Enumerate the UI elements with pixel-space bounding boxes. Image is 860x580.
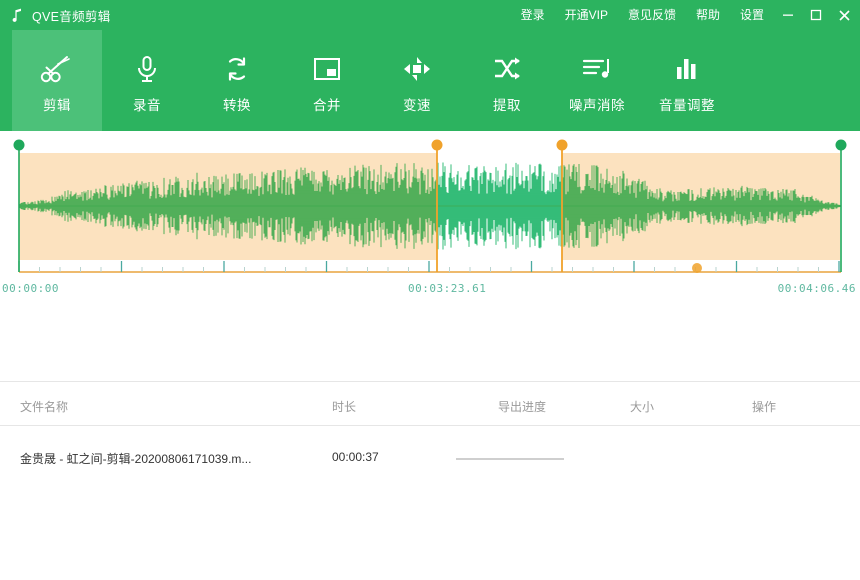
main-toolbar: 剪辑 录音 转换 xyxy=(0,30,860,131)
column-header-duration: 时长 xyxy=(332,398,356,415)
titlebar-link-help[interactable]: 帮助 xyxy=(686,0,730,30)
convert-refresh-icon xyxy=(222,48,252,90)
toolbar-label-speed: 变速 xyxy=(403,94,431,114)
toolbar-item-merge[interactable]: 合并 xyxy=(282,30,372,131)
music-note-icon xyxy=(9,7,25,23)
noise-reduce-icon xyxy=(581,48,613,90)
titlebar-link-feedback[interactable]: 意见反馈 xyxy=(618,0,686,30)
column-header-action: 操作 xyxy=(752,398,776,415)
microphone-icon xyxy=(132,48,162,90)
title-bar: QVE音频剪辑 登录 开通VIP 意见反馈 帮助 设置 xyxy=(0,0,860,30)
toolbar-item-convert[interactable]: 转换 xyxy=(192,30,282,131)
toolbar-label-noise-reduce: 噪声消除 xyxy=(569,94,625,114)
cell-file-name: 金贵晟 - 虹之间-剪辑-20200806171039.m... xyxy=(20,450,251,467)
column-header-progress: 导出进度 xyxy=(498,398,546,415)
titlebar-link-settings[interactable]: 设置 xyxy=(730,0,774,30)
toolbar-label-extract: 提取 xyxy=(493,94,521,114)
maximize-button[interactable] xyxy=(802,0,830,30)
volume-bars-icon xyxy=(673,48,701,90)
scissors-icon xyxy=(40,48,74,90)
export-progress-bar xyxy=(456,458,564,460)
toolbar-item-noise-reduce[interactable]: 噪声消除 xyxy=(552,30,642,131)
waveform-end-time: 00:04:06.46 xyxy=(778,282,856,295)
toolbar-label-convert: 转换 xyxy=(223,94,251,114)
waveform-panel[interactable]: 00:00:00 00:03:23.61 00:04:06.46 xyxy=(0,131,860,301)
toolbar-label-record: 录音 xyxy=(133,94,161,114)
shuffle-extract-icon xyxy=(492,48,522,90)
title-bar-right: 登录 开通VIP 意见反馈 帮助 设置 xyxy=(511,0,860,30)
app-title: QVE音频剪辑 xyxy=(32,6,111,25)
speed-icon xyxy=(402,48,432,90)
toolbar-label-volume-adjust: 音量调整 xyxy=(659,94,715,114)
merge-icon xyxy=(312,48,342,90)
toolbar-item-record[interactable]: 录音 xyxy=(102,30,192,131)
toolbar-item-edit[interactable]: 剪辑 xyxy=(12,30,102,131)
waveform-canvas[interactable] xyxy=(0,131,860,301)
table-row[interactable]: 金贵晟 - 虹之间-剪辑-20200806171039.m... 00:00:3… xyxy=(0,426,860,494)
toolbar-item-speed[interactable]: 变速 xyxy=(372,30,462,131)
app-window: QVE音频剪辑 登录 开通VIP 意见反馈 帮助 设置 xyxy=(0,0,860,580)
transport-bar: LP 00:02:05.63 ▲▼ RP 00:02:42.90 ▲▼ xyxy=(0,301,860,381)
titlebar-link-vip[interactable]: 开通VIP xyxy=(555,0,618,30)
column-header-size: 大小 xyxy=(630,398,654,415)
toolbar-item-volume-adjust[interactable]: 音量调整 xyxy=(642,30,732,131)
cell-duration: 00:00:37 xyxy=(332,450,379,464)
close-button[interactable] xyxy=(830,0,858,30)
toolbar-item-extract[interactable]: 提取 xyxy=(462,30,552,131)
waveform-mid-time: 00:03:23.61 xyxy=(408,282,486,295)
column-header-name: 文件名称 xyxy=(20,398,68,415)
minimize-button[interactable] xyxy=(774,0,802,30)
toolbar-label-edit: 剪辑 xyxy=(43,94,71,114)
waveform-start-time: 00:00:00 xyxy=(2,282,59,295)
file-list-header: 文件名称 时长 导出进度 大小 操作 xyxy=(0,382,860,425)
title-bar-left: QVE音频剪辑 xyxy=(0,6,111,25)
titlebar-link-login[interactable]: 登录 xyxy=(511,0,555,30)
toolbar-label-merge: 合并 xyxy=(313,94,341,114)
